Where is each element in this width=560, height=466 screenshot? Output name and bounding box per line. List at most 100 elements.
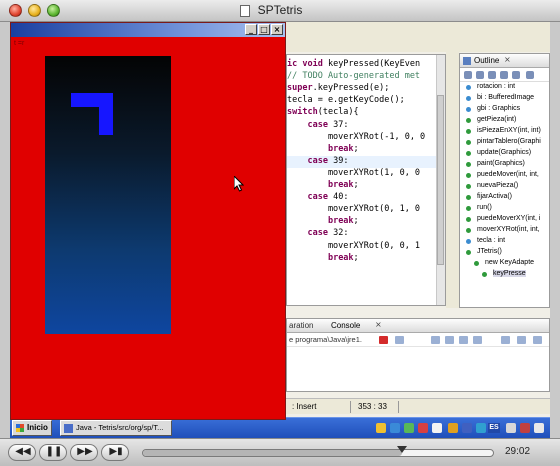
tray-app-icon[interactable] (448, 423, 458, 433)
tetris-block (85, 93, 99, 107)
outline-icon (463, 57, 471, 65)
remove-launch-icon[interactable] (395, 336, 404, 344)
outline-item-label: nuevaPieza() (477, 182, 519, 189)
outline-item[interactable]: isPiezaEnXY(int, int) (460, 126, 549, 137)
speaker-icon[interactable] (534, 423, 544, 433)
tetris-titlebar[interactable]: _ □ × (11, 23, 285, 37)
tray-app-icon[interactable] (476, 423, 486, 433)
editor-scrollbar[interactable] (436, 55, 445, 305)
code-line[interactable]: break; (287, 253, 359, 265)
code-token: break (327, 252, 354, 263)
outline-item[interactable]: getPieza(int) (460, 115, 549, 126)
window-titlebar: SPTetris (0, 0, 560, 22)
outline-item[interactable]: nuevaPieza() (460, 181, 549, 192)
minimize-view-icon[interactable] (517, 336, 526, 344)
display-console-icon[interactable] (473, 336, 482, 344)
code-token: ; (353, 143, 359, 154)
outline-item[interactable]: new KeyAdapte (460, 258, 549, 269)
tray-app-icon[interactable] (390, 423, 400, 433)
scroll-lock-icon[interactable] (445, 336, 454, 344)
outline-item[interactable]: gbi : Graphics (460, 104, 549, 115)
outline-item-label: keyPresse (493, 270, 526, 277)
outline-item[interactable]: moverXYRot(int, int, (460, 225, 549, 236)
console-tabbar: aration Console × (287, 319, 549, 333)
collapse-all-icon[interactable] (464, 71, 472, 79)
outline-item[interactable]: bi : BufferedImage (460, 93, 549, 104)
outline-item[interactable]: update(Graphics) (460, 148, 549, 159)
outline-item-label: gbi : Graphics (477, 105, 521, 112)
code-line[interactable]: moverXYRot(0, 0, 1 (287, 241, 420, 253)
tray-app-icon[interactable] (376, 423, 386, 433)
code-line[interactable]: case 40: (287, 192, 348, 204)
tray-app-icon[interactable] (432, 423, 442, 433)
maximize-button[interactable]: □ (258, 24, 270, 35)
fast-forward-button[interactable]: ▶▶ (70, 444, 98, 461)
code-token: keyPressed(KeyEven (327, 59, 421, 69)
code-line[interactable]: switch(tecla){ (287, 107, 359, 119)
tray-app-icon[interactable] (462, 423, 472, 433)
language-indicator[interactable]: ES (488, 423, 500, 433)
code-line[interactable]: case 39: (287, 155, 445, 168)
tab-declaration[interactable]: aration (289, 321, 313, 330)
start-button[interactable]: Inicio (12, 420, 52, 436)
method-icon (466, 118, 471, 123)
hide-nonpublic-icon[interactable] (512, 71, 520, 79)
outline-item[interactable]: tecla : int (460, 236, 549, 247)
tetris-window[interactable]: _ □ × t =r (10, 22, 286, 420)
tray-app-icon[interactable] (520, 423, 530, 433)
close-icon[interactable]: × (504, 55, 511, 64)
outline-item[interactable]: puedeMoverXY(int, i (460, 214, 549, 225)
view-sash[interactable] (446, 52, 459, 308)
outline-item[interactable]: paint(Graphics) (460, 159, 549, 170)
maximize-view-icon[interactable] (533, 336, 542, 344)
code-line[interactable]: moverXYRot(0, 1, 0 (287, 204, 420, 216)
pin-console-icon[interactable] (459, 336, 468, 344)
code-line[interactable]: break; (287, 180, 359, 192)
skip-to-end-button[interactable]: ▶▮ (101, 444, 129, 461)
hide-static-icon[interactable] (500, 71, 508, 79)
code-line[interactable]: moverXYRot(1, 0, 0 (287, 168, 420, 180)
view-menu-icon[interactable] (526, 71, 534, 79)
clear-console-icon[interactable] (431, 336, 440, 344)
scrubber-track[interactable] (142, 446, 494, 457)
outline-item[interactable]: run() (460, 203, 549, 214)
tab-console[interactable]: Console (331, 321, 360, 330)
rewind-button[interactable]: ◀◀ (8, 444, 36, 461)
outline-item[interactable]: fijarActiva() (460, 192, 549, 203)
code-line[interactable]: moverXYRot(-1, 0, 0 (287, 132, 425, 144)
outline-item[interactable]: rotacion : int (460, 82, 549, 93)
outline-item[interactable]: pintarTablero(Graphi (460, 137, 549, 148)
code-line[interactable]: break; (287, 144, 359, 156)
outline-tab[interactable]: Outline × (460, 54, 549, 68)
code-line[interactable]: case 37: (287, 120, 348, 132)
hide-fields-icon[interactable] (488, 71, 496, 79)
sort-icon[interactable] (476, 71, 484, 79)
code-line[interactable]: break; (287, 216, 359, 228)
playhead-icon[interactable] (397, 446, 407, 453)
code-line[interactable]: case 32: (287, 228, 348, 240)
code-line[interactable]: super.keyPressed(e); (287, 83, 389, 95)
tray-app-icon[interactable] (404, 423, 414, 433)
open-console-icon[interactable] (501, 336, 510, 344)
eclipse-menubar: elp (280, 22, 550, 52)
tray-app-icon[interactable] (418, 423, 428, 433)
minimize-button[interactable]: _ (245, 24, 257, 35)
code-line[interactable]: // TODO Auto-generated met (287, 71, 420, 83)
code-line[interactable]: ic void keyPressed(KeyEven (287, 59, 420, 71)
code-line[interactable]: tecla = e.getKeyCode(); (287, 95, 405, 107)
close-icon[interactable]: × (375, 320, 382, 329)
method-icon (466, 151, 471, 156)
outline-item[interactable]: keyPresse (460, 269, 549, 280)
outline-item[interactable]: puedeMover(int, int, (460, 170, 549, 181)
tetris-block (71, 93, 85, 107)
taskbar-item-java[interactable]: Java - Tetris/src/org/sp/T... (60, 420, 172, 436)
tray-app-icon[interactable] (506, 423, 516, 433)
terminate-icon[interactable] (379, 336, 388, 344)
close-button[interactable]: × (271, 24, 283, 35)
pause-button[interactable]: ❚❚ (39, 444, 67, 461)
scrollbar-thumb[interactable] (437, 95, 444, 265)
code-editor[interactable]: ic void keyPressed(KeyEven// TODO Auto-g… (286, 54, 446, 306)
outline-item[interactable]: JTetris() (460, 247, 549, 258)
